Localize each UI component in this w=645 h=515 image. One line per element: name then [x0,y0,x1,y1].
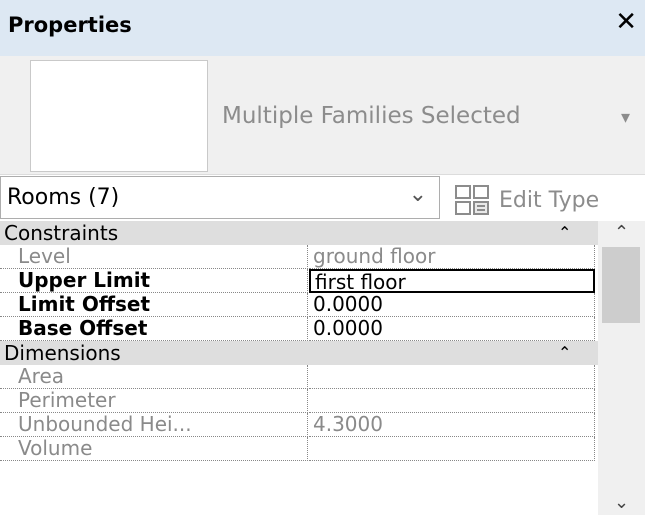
property-name: Level [0,245,308,269]
property-name: Unbounded Hei... [0,413,308,437]
group-label: Dimensions [4,341,121,365]
group-header-dimensions[interactable]: Dimensions ⌃ [0,341,598,365]
type-preview-image [30,60,208,172]
group-header-constraints[interactable]: Constraints ⌃ [0,221,598,245]
property-value [309,437,595,461]
property-row-level: Level ground floor [0,245,598,269]
scrollbar-thumb[interactable] [602,247,640,323]
properties-palette: Properties ✕ Multiple Families Selected … [0,0,645,515]
property-name: Perimeter [0,389,308,413]
property-value: 4.3000 [309,413,595,437]
scroll-up-arrow-icon[interactable]: ⌃ [598,221,645,245]
selection-filter-value: Rooms (7) [7,185,120,210]
edit-type-label: Edit Type [499,187,600,213]
property-row-limit-offset[interactable]: Limit Offset 0.0000 [0,293,598,317]
property-row-perimeter: Perimeter [0,389,598,413]
dropdown-arrow-icon[interactable]: ▾ [621,107,630,128]
properties-grid: Constraints ⌃ Level ground floor Upper L… [0,221,598,515]
vertical-scrollbar[interactable]: ⌃ ⌄ [598,221,645,515]
property-value [309,365,595,389]
property-row-unbounded-height: Unbounded Hei... 4.3000 [0,413,598,437]
double-chevron-up-icon[interactable]: ⌃ [558,341,571,365]
edit-type-icon [455,185,489,215]
chevron-down-icon: ⌄ [408,182,427,207]
property-row-base-offset[interactable]: Base Offset 0.0000 [0,317,598,341]
property-row-area: Area [0,365,598,389]
type-name[interactable]: Multiple Families Selected [222,103,521,129]
property-name: Area [0,365,308,389]
palette-title: Properties [8,13,132,37]
edit-type-button[interactable]: Edit Type [455,183,599,217]
double-chevron-up-icon[interactable]: ⌃ [558,221,571,245]
close-icon[interactable]: ✕ [615,9,637,35]
property-name: Base Offset [0,317,308,341]
property-value-field[interactable]: first floor [309,269,595,293]
property-value-field[interactable]: 0.0000 [309,317,595,341]
group-label: Constraints [4,221,119,245]
property-name: Volume [0,437,308,461]
property-name: Upper Limit [0,269,308,293]
property-value [309,389,595,413]
property-value-field[interactable]: 0.0000 [309,293,595,317]
property-value: ground floor [309,245,595,269]
scroll-down-arrow-icon[interactable]: ⌄ [598,491,645,515]
property-name: Limit Offset [0,293,308,317]
property-row-upper-limit[interactable]: Upper Limit first floor [0,269,598,293]
selection-filter-dropdown[interactable]: Rooms (7) ⌄ [0,176,440,219]
property-row-volume: Volume [0,437,598,461]
palette-title-bar[interactable]: Properties ✕ [0,0,645,57]
